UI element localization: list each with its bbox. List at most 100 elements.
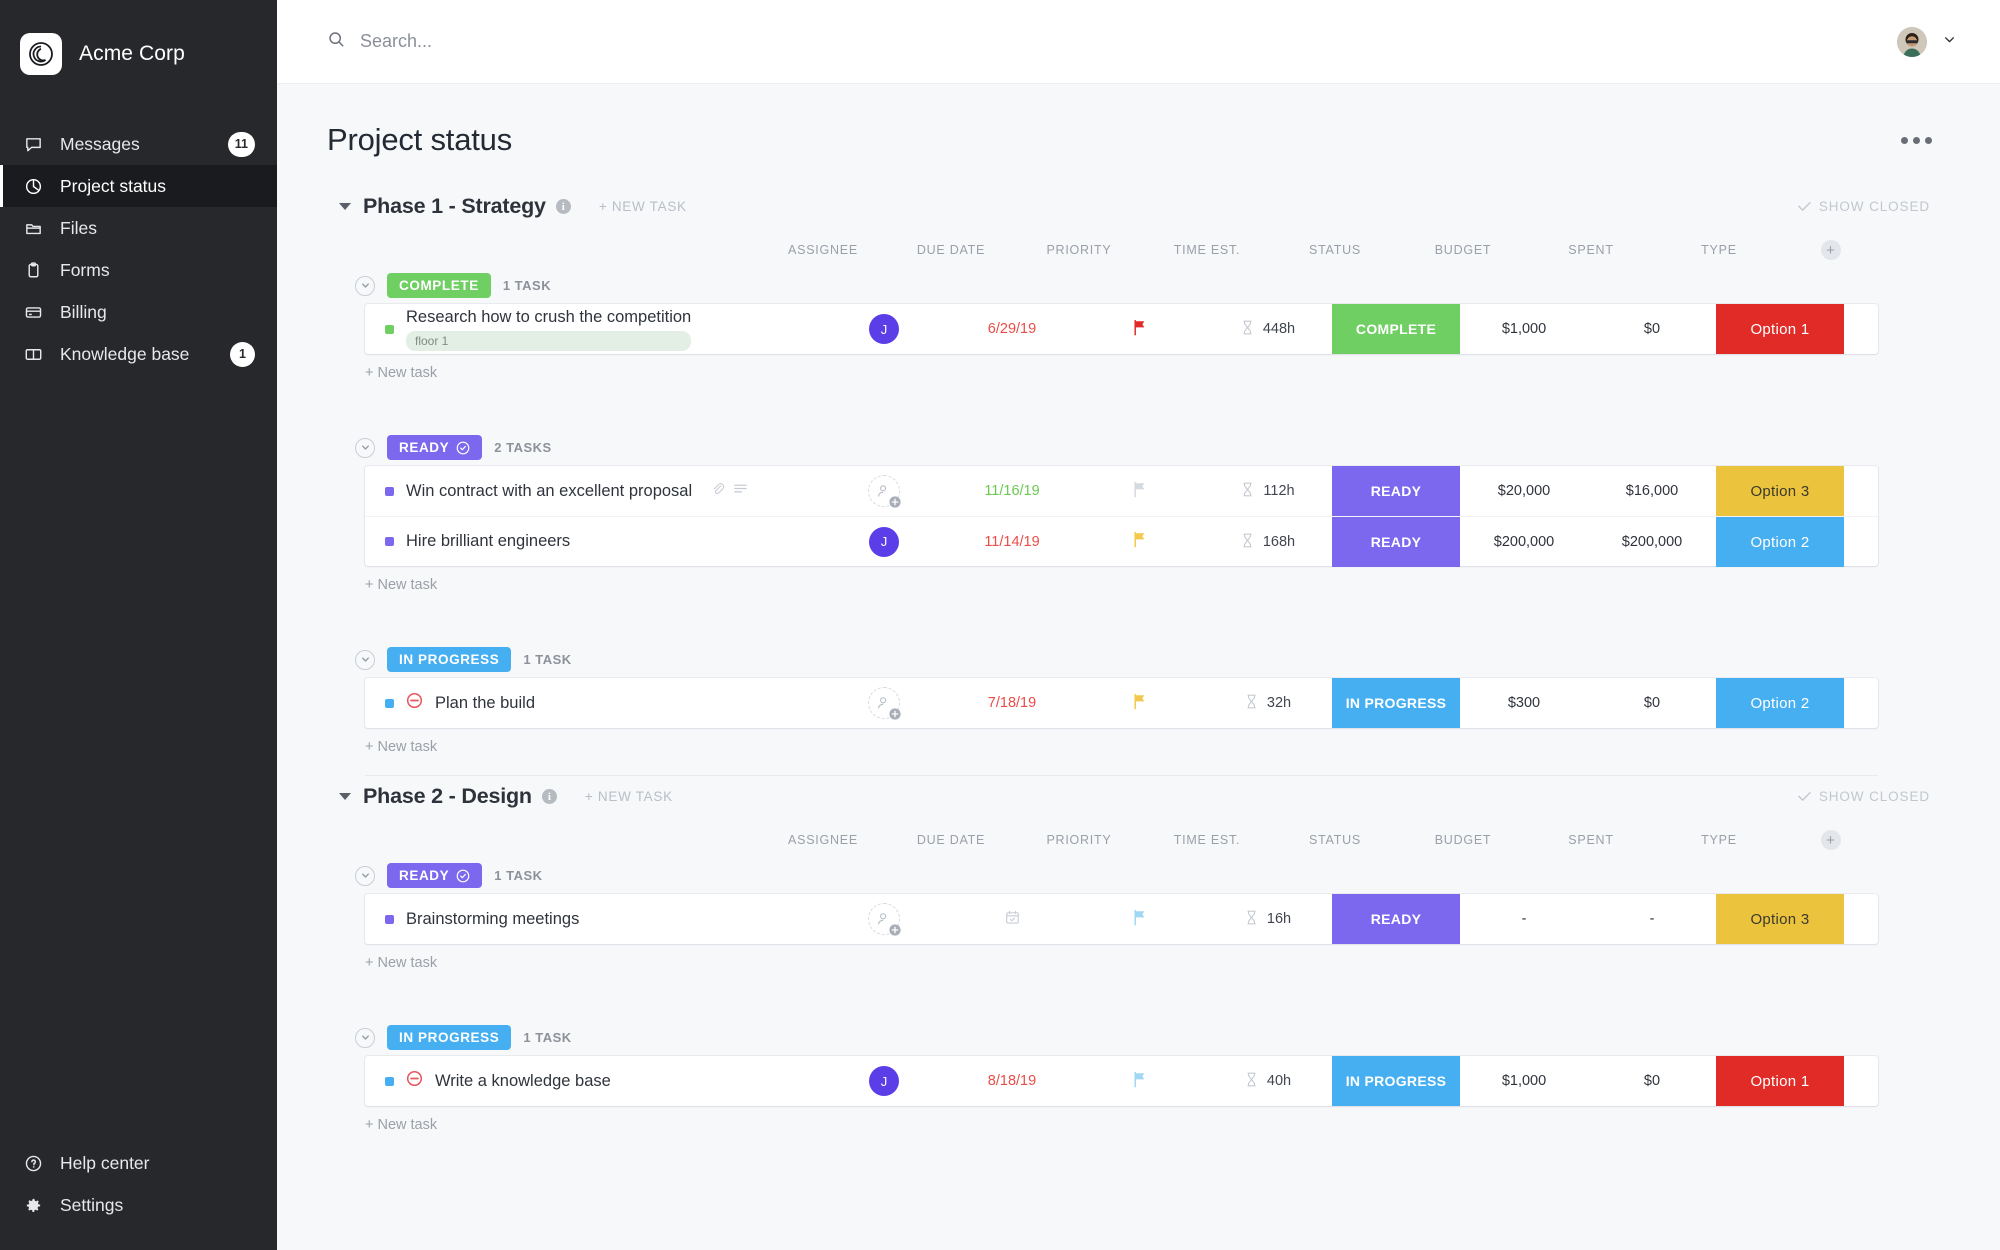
phase-new-task-button[interactable]: + NEW TASK (599, 199, 687, 214)
due-date-value[interactable]: 11/14/19 (984, 534, 1039, 550)
group-status-pill[interactable]: COMPLETE (387, 273, 491, 298)
time-est-cell[interactable]: 40h (1204, 1056, 1332, 1106)
column-header[interactable]: PRIORITY (1015, 243, 1143, 257)
spent-cell[interactable]: $0 (1588, 1056, 1716, 1106)
table-row[interactable]: Hire brilliant engineers J 11/14/19 168h… (365, 516, 1878, 566)
info-icon[interactable]: i (556, 199, 571, 214)
due-date-value[interactable]: 7/18/19 (988, 695, 1036, 711)
time-est-cell[interactable]: 32h (1204, 678, 1332, 728)
new-task-link[interactable]: + New task (327, 1106, 1940, 1139)
spent-cell[interactable]: $0 (1588, 304, 1716, 354)
priority-flag-icon[interactable] (1132, 693, 1148, 714)
priority-cell[interactable] (1076, 1056, 1204, 1106)
spent-cell[interactable]: $0 (1588, 678, 1716, 728)
due-date-cell[interactable]: 11/14/19 (948, 517, 1076, 567)
due-date-cell[interactable] (948, 894, 1076, 944)
search-area[interactable] (327, 30, 1897, 54)
type-cell[interactable]: Option 1 (1716, 304, 1844, 354)
group-status-pill[interactable]: READY (387, 863, 482, 888)
assignee-avatar[interactable]: J (869, 1066, 899, 1096)
assignee-cell[interactable]: J (820, 1056, 948, 1106)
collapse-group-icon[interactable] (355, 438, 375, 458)
priority-cell[interactable] (1076, 466, 1204, 516)
status-cell[interactable]: COMPLETE (1332, 304, 1460, 354)
task-title[interactable]: Research how to crush the competition (406, 308, 691, 327)
sidebar-item-help-center[interactable]: Help center (0, 1142, 277, 1184)
task-name-cell[interactable]: Hire brilliant engineers (365, 532, 820, 551)
time-est-cell[interactable]: 448h (1204, 304, 1332, 354)
priority-cell[interactable] (1076, 517, 1204, 567)
budget-cell[interactable]: $300 (1460, 678, 1588, 728)
priority-cell[interactable] (1076, 678, 1204, 728)
brand[interactable]: Acme Corp (0, 0, 277, 86)
table-row[interactable]: Plan the build 7/18/19 32h IN PROGRES (365, 678, 1878, 728)
column-header[interactable]: DUE DATE (887, 243, 1015, 257)
collapse-group-icon[interactable] (355, 1028, 375, 1048)
sidebar-item-knowledge-base[interactable]: Knowledge base 1 (0, 333, 277, 375)
info-icon[interactable]: i (542, 789, 557, 804)
type-cell[interactable]: Option 2 (1716, 678, 1844, 728)
task-title[interactable]: Write a knowledge base (435, 1072, 611, 1091)
assignee-placeholder-icon[interactable] (868, 687, 900, 719)
spent-cell[interactable]: $16,000 (1588, 466, 1716, 516)
budget-cell[interactable]: $1,000 (1460, 1056, 1588, 1106)
time-est-cell[interactable]: 112h (1204, 466, 1332, 516)
column-header[interactable]: DUE DATE (887, 833, 1015, 847)
budget-cell[interactable]: - (1460, 894, 1588, 944)
phase-new-task-button[interactable]: + NEW TASK (585, 789, 673, 804)
assignee-placeholder-icon[interactable] (868, 475, 900, 507)
sidebar-item-billing[interactable]: Billing (0, 291, 277, 333)
show-closed-toggle[interactable]: SHOW CLOSED (1798, 199, 1930, 214)
assignee-cell[interactable]: J (820, 304, 948, 354)
spent-cell[interactable]: - (1588, 894, 1716, 944)
new-task-link[interactable]: + New task (327, 354, 1940, 387)
caret-down-icon[interactable] (339, 793, 351, 800)
priority-cell[interactable] (1076, 894, 1204, 944)
status-cell[interactable]: READY (1332, 517, 1460, 567)
priority-flag-icon[interactable] (1132, 1071, 1148, 1092)
priority-cell[interactable] (1076, 304, 1204, 354)
assignee-cell[interactable]: J (820, 517, 948, 567)
task-title[interactable]: Plan the build (435, 694, 535, 713)
new-task-link[interactable]: + New task (327, 728, 1940, 761)
column-header[interactable]: ASSIGNEE (759, 833, 887, 847)
priority-flag-icon[interactable] (1132, 531, 1148, 552)
assignee-avatar[interactable]: J (869, 314, 899, 344)
table-row[interactable]: Win contract with an excellent proposal … (365, 466, 1878, 516)
column-header[interactable]: PRIORITY (1015, 833, 1143, 847)
group-status-pill[interactable]: IN PROGRESS (387, 647, 511, 672)
column-header[interactable]: TYPE (1655, 833, 1783, 847)
column-header[interactable]: SPENT (1527, 833, 1655, 847)
phase-title[interactable]: Phase 1 - Strategy (363, 194, 546, 219)
calendar-icon[interactable] (1004, 909, 1021, 930)
group-status-pill[interactable]: READY (387, 435, 482, 460)
time-est-cell[interactable]: 168h (1204, 517, 1332, 567)
phase-title[interactable]: Phase 2 - Design (363, 784, 532, 809)
table-row[interactable]: Write a knowledge base J 8/18/19 40h IN … (365, 1056, 1878, 1106)
user-menu[interactable] (1897, 27, 1958, 57)
new-task-link[interactable]: + New task (327, 566, 1940, 599)
type-cell[interactable]: Option 2 (1716, 517, 1844, 567)
time-est-cell[interactable]: 16h (1204, 894, 1332, 944)
status-cell[interactable]: IN PROGRESS (1332, 678, 1460, 728)
budget-cell[interactable]: $200,000 (1460, 517, 1588, 567)
type-cell[interactable]: Option 1 (1716, 1056, 1844, 1106)
due-date-cell[interactable]: 7/18/19 (948, 678, 1076, 728)
task-title[interactable]: Brainstorming meetings (406, 910, 579, 929)
column-header[interactable]: STATUS (1271, 833, 1399, 847)
task-name-cell[interactable]: Win contract with an excellent proposal (365, 481, 820, 501)
task-title[interactable]: Win contract with an excellent proposal (406, 482, 692, 501)
column-header[interactable]: TIME EST. (1143, 833, 1271, 847)
ellipsis-icon[interactable] (1893, 129, 1940, 152)
show-closed-toggle[interactable]: SHOW CLOSED (1798, 789, 1930, 804)
search-input[interactable] (360, 31, 760, 52)
new-task-link[interactable]: + New task (327, 944, 1940, 977)
collapse-group-icon[interactable] (355, 276, 375, 296)
assignee-cell[interactable] (820, 678, 948, 728)
assignee-avatar[interactable]: J (869, 527, 899, 557)
task-name-cell[interactable]: Brainstorming meetings (365, 910, 820, 929)
budget-cell[interactable]: $1,000 (1460, 304, 1588, 354)
group-status-pill[interactable]: IN PROGRESS (387, 1025, 511, 1050)
task-tag[interactable]: floor 1 (406, 331, 691, 351)
collapse-group-icon[interactable] (355, 650, 375, 670)
